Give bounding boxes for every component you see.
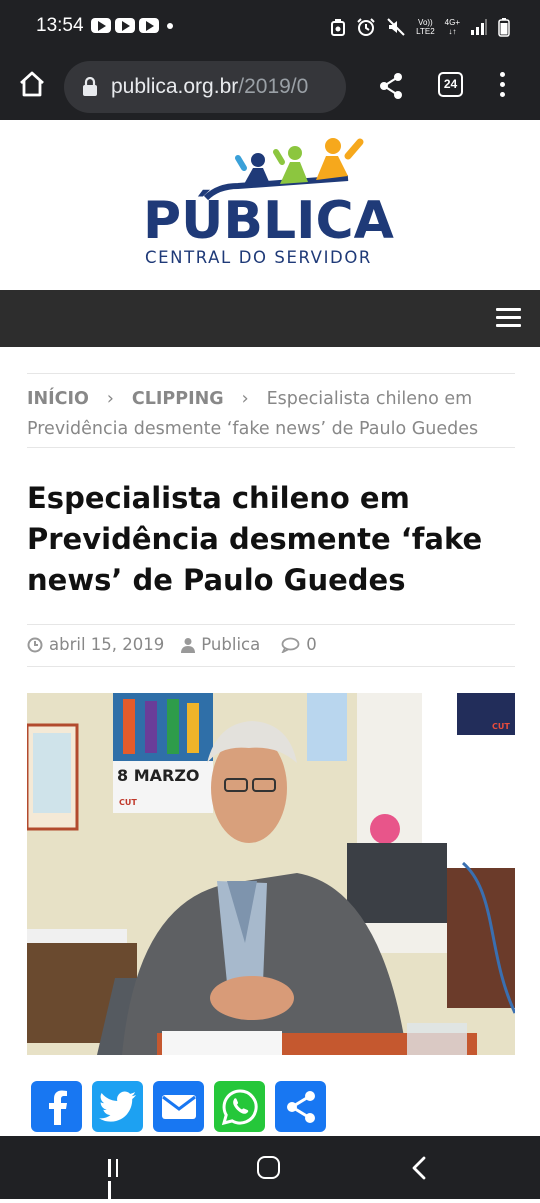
breadcrumb-home-link[interactable]: INÍCIO	[27, 389, 89, 409]
youtube-notification-icon	[91, 18, 111, 33]
home-button-icon[interactable]	[257, 1156, 280, 1179]
email-icon	[161, 1094, 196, 1119]
status-time: 13:54	[36, 15, 84, 36]
network-type: 4G+ ↓↑	[445, 18, 460, 36]
twitter-icon	[98, 1091, 136, 1122]
sticker-brand: CUT	[492, 722, 510, 731]
article-meta: abril 15, 2019 Publica 0	[27, 635, 317, 654]
volte-indicator: Vo)) LTE2	[416, 18, 435, 36]
lock-icon[interactable]	[82, 77, 98, 97]
site-navbar	[0, 290, 540, 347]
logo-title[interactable]: PÚBLICA	[143, 193, 394, 249]
volte-label: Vo))	[418, 18, 433, 27]
clock-icon	[27, 637, 43, 652]
mute-icon	[387, 18, 405, 36]
divider	[27, 447, 515, 448]
post-author: Publica	[181, 635, 260, 654]
featured-image: 8 MARZO CUT CUT	[27, 693, 515, 1055]
whatsapp-icon	[221, 1088, 258, 1125]
logo-subtitle: CENTRAL DO SERVIDOR	[145, 248, 372, 267]
user-icon	[181, 637, 196, 653]
data-arrows-icon: ↓↑	[448, 27, 457, 36]
facebook-share-button[interactable]	[31, 1081, 82, 1132]
youtube-notification-icon	[115, 18, 135, 33]
post-author-link[interactable]: Publica	[201, 635, 260, 654]
share-icon	[286, 1090, 315, 1123]
network-type-label: 4G+	[444, 18, 460, 27]
status-bar: 13:54 Vo)) LTE2 4G+ ↓↑	[0, 0, 540, 54]
breadcrumb: INÍCIO › CLIPPING › Especialista chileno em …	[27, 384, 515, 444]
post-date: abril 15, 2019	[27, 635, 164, 654]
recent-apps-icon[interactable]	[108, 1159, 130, 1199]
divider	[27, 624, 515, 625]
tab-switcher-button[interactable]: 24	[438, 72, 463, 97]
battery-icon	[498, 18, 510, 37]
url-path: /2019/0	[238, 75, 309, 98]
address-bar[interactable]: publica.org.br/2019/0	[64, 61, 346, 113]
facebook-icon	[48, 1090, 67, 1125]
signal-icon	[471, 19, 487, 35]
share-buttons	[31, 1081, 326, 1132]
email-share-button[interactable]	[153, 1081, 204, 1132]
breadcrumb-current: Especialista chileno em Previdência desm…	[27, 389, 479, 439]
post-date-text: abril 15, 2019	[49, 635, 165, 654]
back-icon[interactable]	[411, 1156, 427, 1180]
more-notifications-icon	[167, 23, 173, 29]
home-icon[interactable]	[18, 70, 46, 98]
comment-count[interactable]: 0	[306, 635, 317, 654]
hamburger-menu-icon[interactable]	[496, 308, 521, 328]
twitter-share-button[interactable]	[92, 1081, 143, 1132]
site-header: PÚBLICA CENTRAL DO SERVIDOR	[0, 120, 540, 290]
data-saver-icon	[331, 19, 346, 36]
chevron-right-icon: ›	[241, 389, 249, 409]
chevron-right-icon: ›	[106, 389, 114, 409]
more-share-button[interactable]	[275, 1081, 326, 1132]
url-text[interactable]: publica.org.br/2019/0	[111, 75, 308, 99]
divider	[27, 666, 515, 667]
system-navigation-bar	[0, 1136, 540, 1199]
status-icons: Vo)) LTE2 4G+ ↓↑	[330, 14, 510, 40]
divider	[27, 373, 515, 374]
comment-icon	[281, 637, 300, 653]
featured-image-drawing: 8 MARZO CUT CUT	[27, 693, 515, 1055]
poster-brand: CUT	[119, 798, 137, 807]
browser-toolbar: publica.org.br/2019/0 24	[0, 54, 540, 120]
overflow-menu-icon[interactable]	[496, 72, 508, 102]
alarm-icon	[357, 18, 375, 36]
article-title: Especialista chileno em Previdência desm…	[27, 481, 483, 597]
breadcrumb-clipping-link[interactable]: CLIPPING	[132, 389, 224, 409]
lte-label: LTE2	[416, 27, 435, 36]
share-icon[interactable]	[378, 72, 404, 100]
url-domain: publica.org.br	[111, 75, 239, 98]
post-comments[interactable]: 0	[281, 635, 317, 654]
youtube-notification-icon	[139, 18, 159, 33]
poster-text: 8 MARZO	[117, 766, 200, 785]
whatsapp-share-button[interactable]	[214, 1081, 265, 1132]
